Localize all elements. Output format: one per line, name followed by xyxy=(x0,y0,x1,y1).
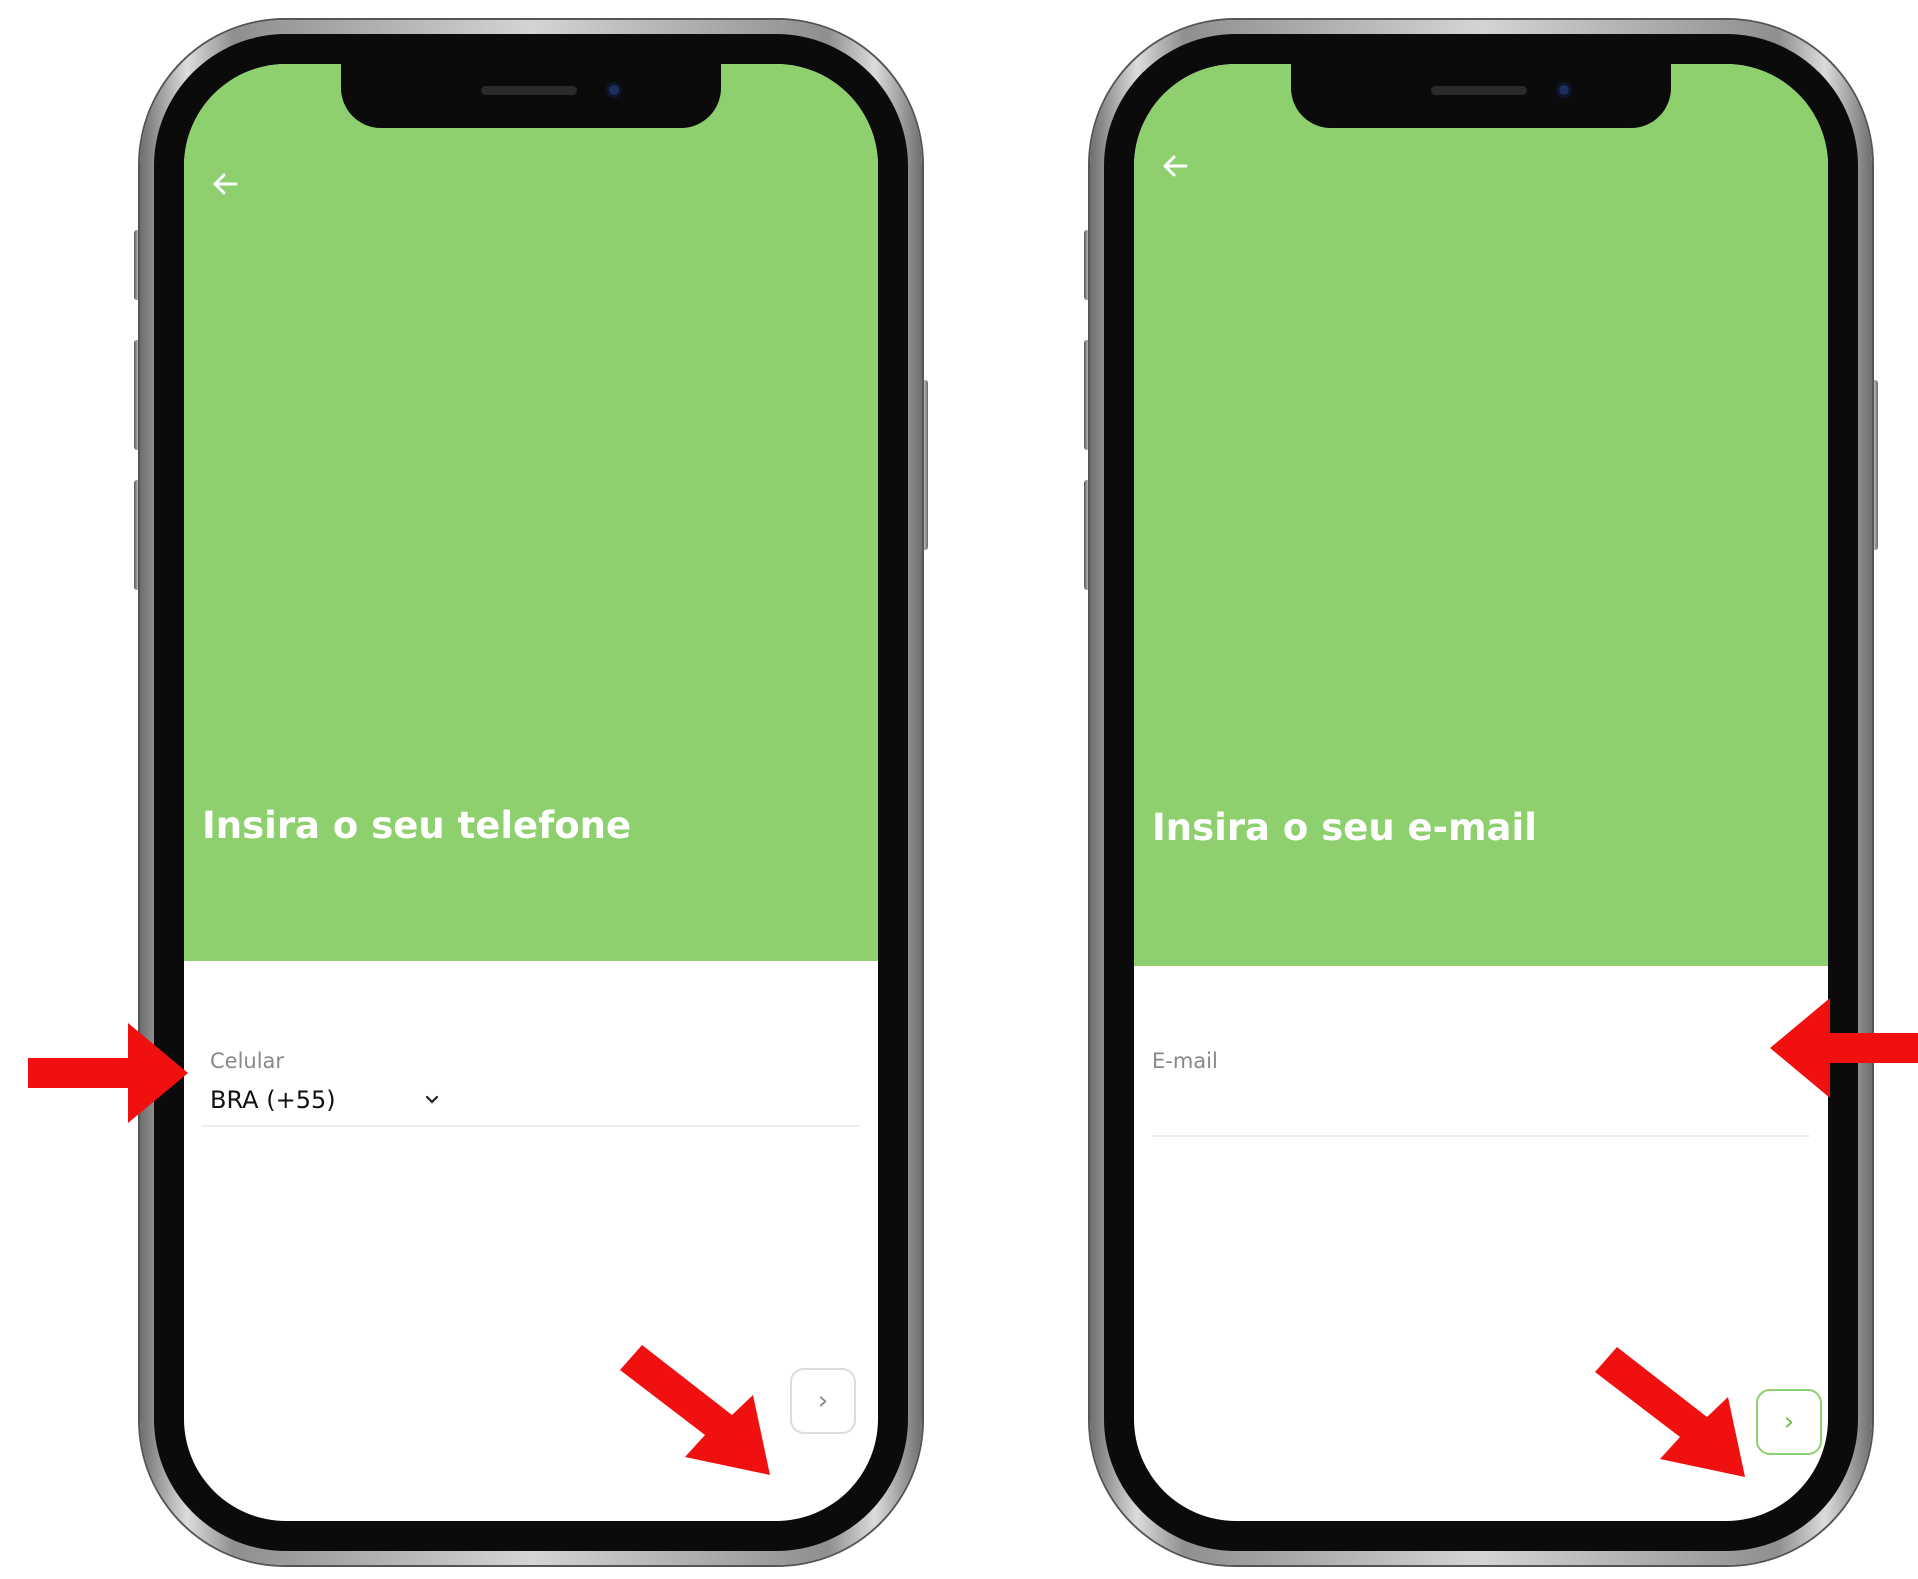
chevron-right-icon: › xyxy=(1783,1407,1795,1437)
phone-screen: Insira o seu e-mail E-mail › xyxy=(1134,64,1828,1521)
email-field-underline xyxy=(1152,1135,1810,1137)
arrow-left-icon xyxy=(213,173,238,195)
notch xyxy=(1291,64,1671,128)
speaker-grille xyxy=(1431,86,1527,95)
chevron-down-icon xyxy=(425,1095,439,1104)
back-button[interactable] xyxy=(204,162,248,206)
chevron-right-icon: › xyxy=(817,1386,829,1416)
arrow-left-icon xyxy=(1163,155,1188,177)
notch xyxy=(341,64,721,128)
annotation-arrow-left xyxy=(1770,998,1918,1098)
phone-frame-right: Insira o seu e-mail E-mail › xyxy=(1084,20,1878,1565)
annotation-arrow-right xyxy=(28,1023,188,1123)
next-button[interactable]: › xyxy=(790,1368,856,1434)
page-title: Insira o seu e-mail xyxy=(1152,806,1537,849)
country-code-value: BRA (+55) xyxy=(210,1086,336,1114)
speaker-grille xyxy=(481,86,577,95)
phone-screen: Insira o seu telefone Celular BRA (+55) … xyxy=(184,64,878,1521)
email-input[interactable] xyxy=(1152,1089,1806,1131)
country-code-select[interactable]: BRA (+55) xyxy=(210,1080,440,1120)
phone-field-underline xyxy=(202,1125,860,1127)
email-field-label: E-mail xyxy=(1152,1049,1218,1073)
annotation-arrow-diagonal-left xyxy=(620,1345,770,1475)
page-title: Insira o seu telefone xyxy=(202,804,632,847)
next-button[interactable]: › xyxy=(1756,1389,1822,1455)
phone-field-label: Celular xyxy=(210,1049,285,1073)
front-camera xyxy=(1556,82,1572,98)
back-button[interactable] xyxy=(1154,144,1198,188)
phone-frame-left: Insira o seu telefone Celular BRA (+55) … xyxy=(134,20,928,1565)
annotation-arrow-diagonal-right xyxy=(1595,1347,1745,1477)
front-camera xyxy=(606,82,622,98)
